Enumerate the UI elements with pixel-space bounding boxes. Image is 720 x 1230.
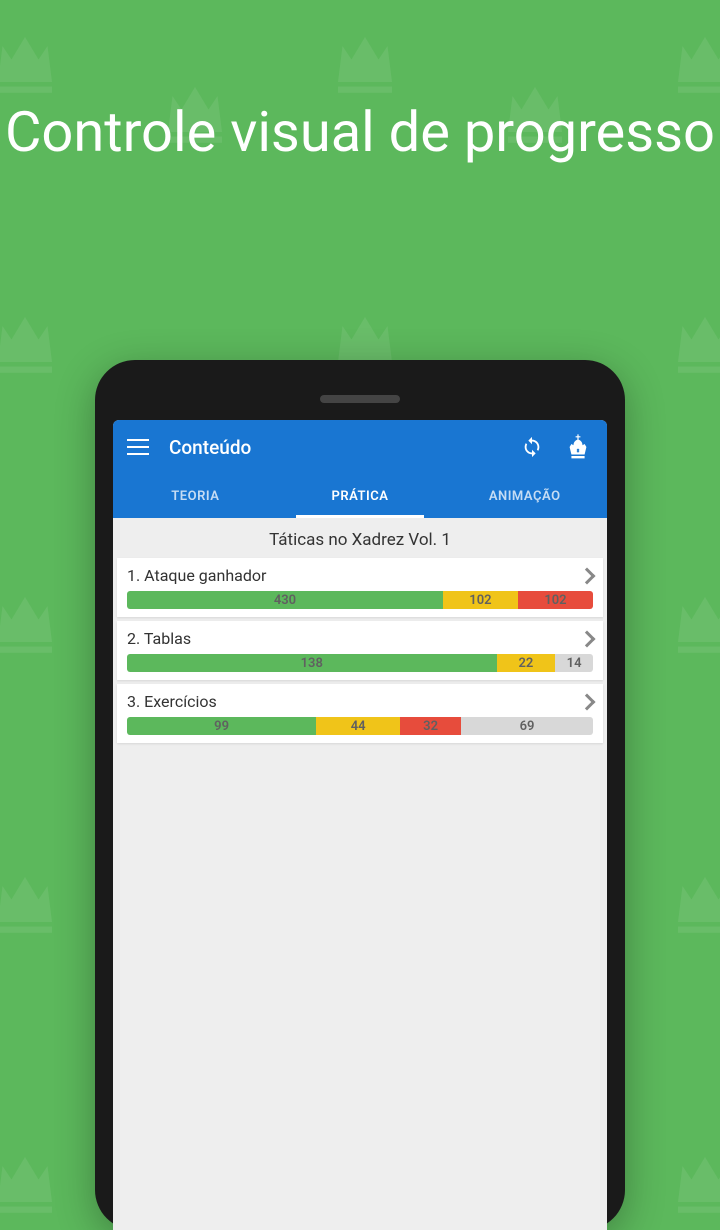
tab-prática[interactable]: PRÁTICA bbox=[278, 474, 443, 518]
chess-king-icon[interactable] bbox=[563, 432, 593, 462]
chevron-right-icon bbox=[579, 693, 596, 710]
progress-segment-green: 430 bbox=[127, 591, 443, 609]
progress-segment-gray: 14 bbox=[555, 654, 593, 672]
lesson-card[interactable]: 2. Tablas 1382214 bbox=[117, 621, 603, 680]
phone-frame: Conteúdo TEORIAPRÁTICAANIMAÇÃO Táticas n… bbox=[95, 360, 625, 1230]
chevron-right-icon bbox=[579, 567, 596, 584]
lessons-list: 1. Ataque ganhador4301021022. Tablas1382… bbox=[117, 558, 603, 743]
progress-bar: 1382214 bbox=[127, 654, 593, 672]
lesson-card[interactable]: 1. Ataque ganhador430102102 bbox=[117, 558, 603, 617]
progress-segment-yellow: 22 bbox=[497, 654, 556, 672]
sync-icon[interactable] bbox=[521, 436, 543, 458]
tab-bar: TEORIAPRÁTICAANIMAÇÃO bbox=[113, 474, 607, 518]
progress-segment-red: 102 bbox=[518, 591, 593, 609]
hamburger-icon[interactable] bbox=[127, 439, 149, 455]
lesson-header: 1. Ataque ganhador bbox=[127, 566, 593, 585]
progress-segment-yellow: 44 bbox=[316, 717, 400, 735]
tab-teoria[interactable]: TEORIA bbox=[113, 474, 278, 518]
lesson-header: 2. Tablas bbox=[127, 629, 593, 648]
lesson-title: 2. Tablas bbox=[127, 629, 191, 648]
progress-segment-green: 99 bbox=[127, 717, 316, 735]
phone-top bbox=[113, 378, 607, 420]
progress-bar: 99443269 bbox=[127, 717, 593, 735]
progress-segment-gray: 69 bbox=[461, 717, 593, 735]
progress-segment-yellow: 102 bbox=[443, 591, 518, 609]
app-bar: Conteúdo bbox=[113, 420, 607, 474]
progress-segment-red: 32 bbox=[400, 717, 461, 735]
chevron-right-icon bbox=[579, 630, 596, 647]
section-title: Táticas no Xadrez Vol. 1 bbox=[117, 522, 603, 558]
phone-screen: Conteúdo TEORIAPRÁTICAANIMAÇÃO Táticas n… bbox=[113, 420, 607, 1230]
tab-animação[interactable]: ANIMAÇÃO bbox=[442, 474, 607, 518]
lesson-header: 3. Exercícios bbox=[127, 692, 593, 711]
lesson-card[interactable]: 3. Exercícios 99443269 bbox=[117, 684, 603, 743]
appbar-title: Conteúdo bbox=[169, 436, 501, 459]
promo-title: Controle visual de progresso bbox=[0, 100, 720, 164]
progress-segment-green: 138 bbox=[127, 654, 497, 672]
lesson-title: 3. Exercícios bbox=[127, 692, 217, 711]
content-area: Táticas no Xadrez Vol. 1 1. Ataque ganha… bbox=[113, 518, 607, 1230]
phone-speaker bbox=[320, 395, 400, 403]
progress-bar: 430102102 bbox=[127, 591, 593, 609]
lesson-title: 1. Ataque ganhador bbox=[127, 566, 266, 585]
